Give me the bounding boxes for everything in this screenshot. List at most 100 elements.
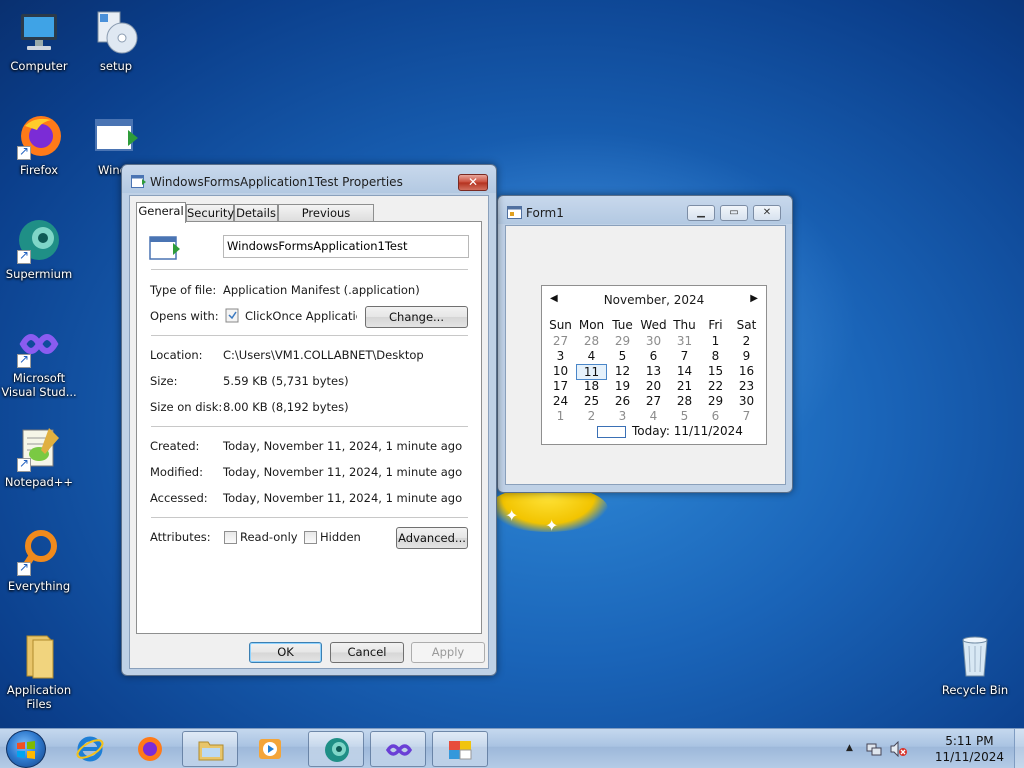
calendar-day[interactable]: 18 [576, 379, 607, 393]
calendar-day[interactable]: 6 [700, 409, 731, 423]
calendar-day[interactable]: 29 [700, 394, 731, 408]
desktop-icon-everything[interactable]: Everything [0, 528, 79, 593]
calendar-day[interactable]: 9 [731, 349, 762, 363]
file-name-field[interactable]: WindowsFormsApplication1Test [223, 235, 469, 258]
calendar-day[interactable]: 14 [669, 364, 700, 378]
calendar-day[interactable]: 27 [545, 334, 576, 348]
calendar-today-link[interactable]: Today: 11/11/2024 [632, 424, 743, 438]
calendar-month-label[interactable]: November, 2024 [542, 293, 766, 307]
change-button[interactable]: Change... [365, 306, 468, 328]
calendar-day[interactable]: 5 [669, 409, 700, 423]
calendar-day[interactable]: 30 [731, 394, 762, 408]
desktop-icon-notepadpp[interactable]: Notepad++ [0, 424, 79, 489]
calendar-day[interactable]: 27 [638, 394, 669, 408]
tab-details[interactable]: Details [234, 204, 278, 222]
calendar-day[interactable]: 2 [731, 334, 762, 348]
system-clock[interactable]: 5:11 PM 11/11/2024 [935, 733, 1004, 765]
tab-general[interactable]: General [136, 202, 186, 223]
calendar-day[interactable]: 19 [607, 379, 638, 393]
taskbar-supermium[interactable] [308, 731, 364, 767]
taskbar-windows-forms-app[interactable] [432, 731, 488, 767]
calendar-day[interactable]: 15 [700, 364, 731, 378]
volume-muted-icon[interactable] [890, 740, 908, 760]
desktop-icon-computer[interactable]: Computer [0, 8, 79, 73]
calendar-day[interactable]: 31 [669, 334, 700, 348]
calendar-next-month-button[interactable]: ▶ [750, 293, 758, 304]
cancel-button[interactable]: Cancel [330, 642, 404, 663]
taskbar-media-player[interactable] [242, 731, 298, 767]
calendar-day[interactable]: 21 [669, 379, 700, 393]
calendar-day[interactable]: 24 [545, 394, 576, 408]
calendar-day-of-week: Sat [736, 318, 757, 332]
desktop-icon-setup[interactable]: setup [76, 8, 156, 73]
desktop-icon-recycle-bin[interactable]: Recycle Bin [935, 632, 1015, 697]
wallpaper-sparkle: ✦ [505, 506, 519, 525]
desktop-icon-supermium[interactable]: Supermium [0, 216, 79, 281]
calendar-day[interactable]: 30 [638, 334, 669, 348]
tab-previous-versions[interactable]: Previous Versions [278, 204, 374, 236]
calendar-day[interactable]: 4 [576, 349, 607, 363]
clickonce-icon [225, 308, 240, 323]
ok-button[interactable]: OK [249, 642, 322, 663]
calendar-day[interactable]: 16 [731, 364, 762, 378]
show-hidden-icons-button[interactable]: ▲ [846, 743, 853, 753]
calendar-day[interactable]: 20 [638, 379, 669, 393]
calendar-day[interactable]: 22 [700, 379, 731, 393]
taskbar-internet-explorer[interactable] [62, 731, 118, 767]
maximize-button[interactable]: ▭ [720, 205, 748, 221]
dialog-close-button[interactable]: ✕ [458, 174, 488, 191]
hidden-checkbox[interactable] [304, 531, 317, 544]
calendar-day[interactable]: 5 [607, 349, 638, 363]
tab-security[interactable]: Security [186, 204, 234, 222]
calendar-day[interactable]: 3 [545, 349, 576, 363]
calendar-day[interactable]: 8 [700, 349, 731, 363]
general-tab-panel: WindowsFormsApplication1Test Type of fil… [136, 221, 482, 634]
form1-close-button[interactable]: ✕ [753, 205, 781, 221]
calendar-day[interactable]: 29 [607, 334, 638, 348]
calendar-day-of-week: Sun [549, 318, 572, 332]
calendar-day[interactable]: 25 [576, 394, 607, 408]
calendar-day[interactable]: 26 [607, 394, 638, 408]
size-label: Size: [150, 374, 178, 388]
calendar-day[interactable]: 17 [545, 379, 576, 393]
desktop-icon-application-files[interactable]: Application Files [0, 632, 79, 711]
month-calendar[interactable]: ◀ November, 2024 ▶ Today: 11/11/2024 Sun… [541, 285, 767, 445]
calendar-day[interactable]: 2 [576, 409, 607, 423]
calendar-day-of-week: Thu [673, 318, 696, 332]
calendar-day[interactable]: 13 [638, 364, 669, 378]
calendar-day[interactable]: 28 [576, 334, 607, 348]
calendar-day[interactable]: 3 [607, 409, 638, 423]
start-button[interactable] [6, 730, 46, 768]
calendar-day[interactable]: 11 [576, 364, 607, 380]
calendar-day[interactable]: 1 [545, 409, 576, 423]
hidden-label[interactable]: Hidden [320, 530, 361, 544]
calendar-day[interactable]: 4 [638, 409, 669, 423]
network-icon[interactable] [866, 741, 882, 760]
desktop-icon-label: Computer [10, 59, 68, 73]
apply-button[interactable]: Apply [411, 642, 485, 663]
calendar-day[interactable]: 1 [700, 334, 731, 348]
desktop-icon-label: Notepad++ [4, 475, 74, 489]
calendar-day[interactable]: 7 [669, 349, 700, 363]
desktop-icon-visual-studio[interactable]: Microsoft Visual Stud... [0, 320, 79, 399]
form1-window[interactable]: Form1 ▁ ▭ ✕ ◀ November, 2024 ▶ Today: 11… [497, 195, 793, 493]
calendar-day[interactable]: 12 [607, 364, 638, 378]
setup-icon [92, 8, 140, 56]
advanced-button[interactable]: Advanced... [396, 527, 468, 549]
minimize-button[interactable]: ▁ [687, 205, 715, 221]
readonly-label[interactable]: Read-only [240, 530, 298, 544]
calendar-day[interactable]: 6 [638, 349, 669, 363]
visual-studio-icon [15, 320, 63, 368]
calendar-day[interactable]: 23 [731, 379, 762, 393]
calendar-day-of-week: Wed [640, 318, 667, 332]
calendar-day[interactable]: 10 [545, 364, 576, 378]
taskbar-visual-studio[interactable] [370, 731, 426, 767]
calendar-day[interactable]: 7 [731, 409, 762, 423]
readonly-checkbox[interactable] [224, 531, 237, 544]
properties-dialog[interactable]: WindowsFormsApplication1Test Properties … [121, 164, 497, 676]
calendar-day[interactable]: 28 [669, 394, 700, 408]
taskbar-file-explorer[interactable] [182, 731, 238, 767]
taskbar-firefox[interactable] [122, 731, 178, 767]
desktop-icon-firefox[interactable]: Firefox [0, 112, 79, 177]
show-desktop-button[interactable] [1014, 729, 1024, 768]
